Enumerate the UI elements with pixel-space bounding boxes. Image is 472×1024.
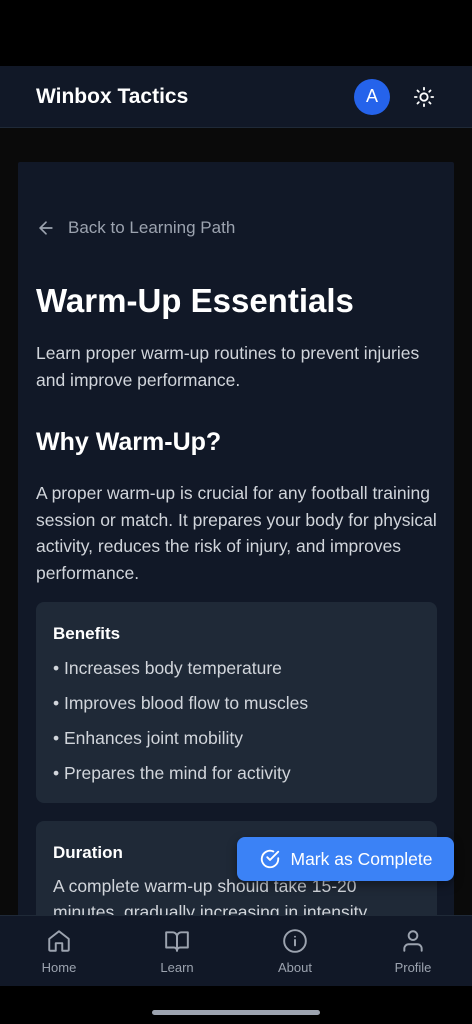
back-link[interactable]: Back to Learning Path (36, 218, 235, 238)
page-title: Warm-Up Essentials (36, 282, 354, 319)
nav-item-profile[interactable]: Profile (354, 916, 472, 986)
book-icon (165, 931, 189, 952)
nav-label-home: Home (41, 960, 77, 975)
info-icon (283, 929, 307, 953)
home-indicator[interactable] (152, 1010, 320, 1015)
nav-label-about: About (278, 960, 312, 975)
home-icon (48, 930, 70, 952)
mark-complete-button[interactable]: Mark as Complete (237, 837, 454, 881)
benefits-box: Benefits • Increases body temperature • … (36, 602, 437, 803)
gesture-area (0, 986, 472, 1024)
list-item: • Prepares the mind for activity (53, 763, 291, 783)
section-title: Why Warm-Up? (36, 428, 222, 456)
app-header: Winbox Tactics A (0, 66, 472, 128)
check-circle-icon (260, 849, 279, 869)
list-item: • Increases body temperature (53, 658, 282, 678)
arrow-left-icon (39, 221, 53, 235)
app-title: Winbox Tactics (36, 84, 189, 108)
back-link-label: Back to Learning Path (68, 218, 236, 237)
sun-icon[interactable] (412, 85, 436, 109)
lesson-card: Back to Learning Path Warm-Up Essentials… (18, 162, 454, 915)
list-item: • Improves blood flow to muscles (53, 693, 309, 713)
nav-label-profile: Profile (394, 960, 432, 975)
benefits-list: • Increases body temperature • Improves … (53, 655, 308, 795)
content-area[interactable]: Back to Learning Path Warm-Up Essentials… (0, 128, 472, 915)
lesson-intro: Learn proper warm-up routines to prevent… (36, 343, 420, 390)
avatar[interactable]: A (354, 78, 390, 115)
user-icon (403, 930, 423, 952)
mark-complete-label: Mark as Complete (290, 848, 433, 869)
nav-item-learn[interactable]: Learn (118, 916, 236, 986)
list-item: • Enhances joint mobility (53, 728, 243, 748)
section-body: A proper warm-up is crucial for any foot… (36, 483, 437, 583)
nav-item-home[interactable]: Home (0, 916, 118, 986)
nav-item-about[interactable]: About (236, 916, 354, 986)
status-bar (0, 0, 472, 66)
nav-label-learn: Learn (160, 960, 194, 975)
benefits-title: Benefits (53, 624, 121, 643)
bottom-nav: Home Learn About Profile (0, 915, 472, 986)
duration-title: Duration (53, 843, 123, 862)
